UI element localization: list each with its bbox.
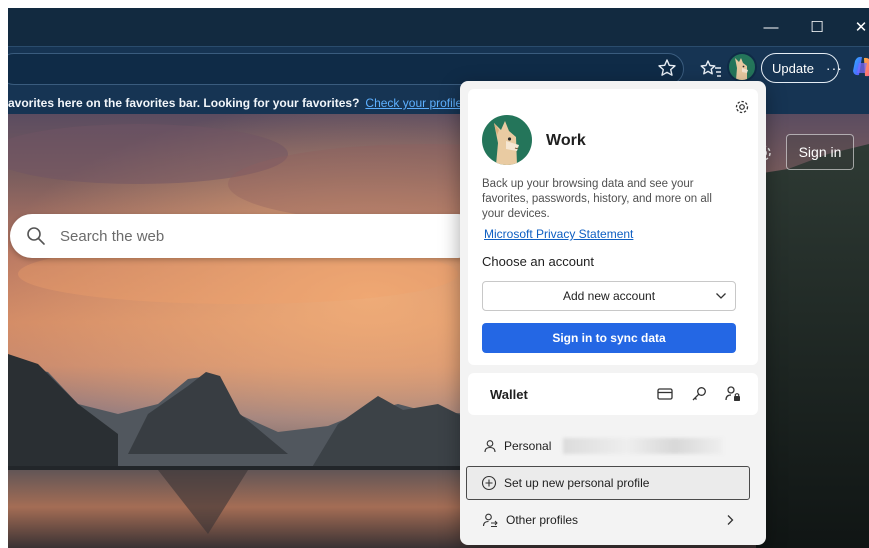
other-profiles-label: Other profiles xyxy=(506,513,579,527)
choose-account-label: Choose an account xyxy=(482,254,595,269)
payment-card-icon[interactable] xyxy=(656,385,674,403)
sign-in-sync-button[interactable]: Sign in to sync data xyxy=(482,323,736,353)
copilot-icon[interactable] xyxy=(849,53,869,81)
setup-new-profile-button[interactable]: Set up new personal profile xyxy=(466,466,750,500)
search-icon xyxy=(26,226,46,246)
personal-profile-row[interactable]: Personal xyxy=(468,431,758,461)
favorites-bar-message: avorites here on the favorites bar. Look… xyxy=(8,96,360,110)
redacted-email xyxy=(563,438,723,454)
chevron-down-icon xyxy=(715,290,727,302)
update-label: Update xyxy=(772,60,814,76)
profile-settings-gear-icon[interactable] xyxy=(734,99,750,115)
wallet-card[interactable]: Wallet xyxy=(468,373,758,415)
profile-flyout: Work Back up your browsing data and see … xyxy=(460,81,766,545)
browser-window: — ☐ ✕ Update ··· avorites here on the fa… xyxy=(8,8,869,548)
search-placeholder: Search the web xyxy=(60,227,165,245)
favorites-icon[interactable] xyxy=(698,56,724,82)
key-icon[interactable] xyxy=(690,385,708,403)
other-profiles-button[interactable]: Other profiles xyxy=(468,505,758,535)
maximize-button[interactable]: ☐ xyxy=(794,8,840,46)
backup-description: Back up your browsing data and see your … xyxy=(482,178,712,220)
minimize-button[interactable]: — xyxy=(748,8,794,46)
web-search-box[interactable]: Search the web xyxy=(10,214,480,258)
page-sign-in-button[interactable]: Sign in xyxy=(786,134,854,170)
person-icon xyxy=(482,438,498,454)
check-profiles-link[interactable]: Check your profiles xyxy=(365,96,468,110)
wallet-label: Wallet xyxy=(490,387,528,402)
add-circle-icon xyxy=(481,475,497,491)
more-options-icon: ··· xyxy=(825,60,843,76)
profile-avatar xyxy=(482,115,532,165)
personal-profile-label: Personal xyxy=(504,439,552,453)
account-card: Work Back up your browsing data and see … xyxy=(468,89,758,365)
account-dropdown-value: Add new account xyxy=(562,289,656,303)
setup-new-profile-label: Set up new personal profile xyxy=(504,476,650,490)
chevron-right-icon xyxy=(724,514,736,526)
star-icon[interactable] xyxy=(656,57,678,79)
profile-avatar-button[interactable] xyxy=(727,52,757,82)
person-lock-icon[interactable] xyxy=(724,385,742,403)
privacy-statement-link[interactable]: Microsoft Privacy Statement xyxy=(484,227,633,241)
close-window-button[interactable]: ✕ xyxy=(838,8,869,46)
llama-avatar-icon xyxy=(735,58,748,80)
llama-avatar-icon xyxy=(494,121,519,165)
update-button[interactable]: Update ··· xyxy=(761,53,842,83)
profiles-switch-icon xyxy=(482,512,498,528)
title-bar: — ☐ ✕ xyxy=(8,8,869,46)
profile-name: Work xyxy=(546,132,586,149)
account-dropdown[interactable]: Add new account xyxy=(482,281,736,311)
